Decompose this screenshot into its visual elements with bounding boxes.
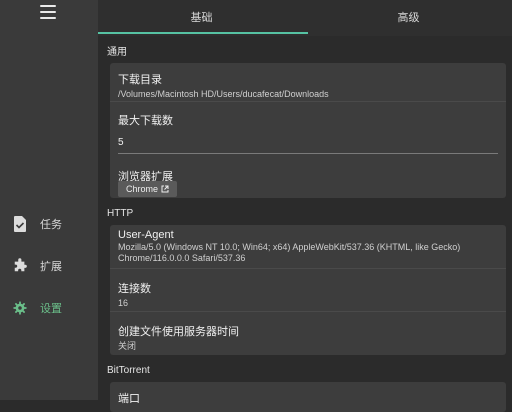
tab-indicator — [98, 32, 308, 34]
tab-basic[interactable]: 基础 — [98, 0, 305, 34]
menu-icon[interactable] — [40, 5, 56, 19]
divider — [110, 311, 506, 312]
max-downloads-input[interactable]: 5 — [118, 137, 498, 148]
connections-value: 16 — [118, 298, 129, 308]
download-dir-value: /Volumes/Macintosh HD/Users/ducafecat/Do… — [118, 89, 329, 99]
external-link-icon — [161, 185, 169, 193]
sidebar-item-extensions[interactable]: 扩展 — [0, 254, 98, 278]
tab-advanced[interactable]: 高级 — [305, 0, 512, 34]
user-agent-value-line2: Chrome/116.0.0.0 Safari/537.36 — [118, 253, 246, 263]
section-title-general: 通用 — [107, 47, 127, 58]
connections-setting[interactable]: 连接数 16 — [118, 280, 498, 309]
user-agent-value-line1: Mozilla/5.0 (Windows NT 10.0; Win64; x64… — [118, 242, 461, 252]
max-downloads-setting: 最大下载数 5 — [118, 112, 498, 148]
sidebar-item-settings[interactable]: 设置 — [0, 296, 98, 320]
max-downloads-input-underline — [118, 153, 498, 154]
connections-label: 连接数 — [118, 283, 151, 295]
sidebar-item-label: 扩展 — [40, 261, 62, 273]
max-downloads-label: 最大下载数 — [118, 115, 173, 127]
divider — [110, 101, 506, 102]
chrome-button-label: Chrome — [126, 184, 159, 194]
user-agent-setting[interactable]: User-Agent Mozilla/5.0 (Windows NT 10.0;… — [118, 229, 498, 264]
port-setting[interactable]: 端口 — [118, 390, 498, 406]
http-card: User-Agent Mozilla/5.0 (Windows NT 10.0;… — [110, 225, 506, 355]
puzzle-icon — [14, 258, 27, 272]
server-time-value: 关闭 — [118, 341, 137, 351]
server-time-label: 创建文件使用服务器时间 — [118, 326, 239, 338]
port-label: 端口 — [118, 393, 140, 405]
chrome-extension-button[interactable]: Chrome — [118, 181, 178, 197]
gear-icon — [13, 301, 27, 315]
bittorrent-card: 端口 — [110, 382, 506, 412]
divider — [110, 268, 506, 269]
sidebar-item-label: 任务 — [40, 219, 62, 231]
server-time-setting[interactable]: 创建文件使用服务器时间 关闭 — [118, 323, 498, 352]
settings-content: 通用 下载目录 /Volumes/Macintosh HD/Users/duca… — [98, 36, 512, 412]
file-check-icon — [14, 216, 26, 232]
sidebar-item-label: 设置 — [40, 303, 62, 315]
section-title-http: HTTP — [107, 208, 134, 219]
tab-bar: 基础 高级 — [98, 0, 512, 36]
sidebar-item-tasks[interactable]: 任务 — [0, 212, 98, 236]
sidebar: 任务 扩展 设置 — [0, 0, 98, 400]
download-dir-setting[interactable]: 下载目录 /Volumes/Macintosh HD/Users/ducafec… — [118, 71, 498, 100]
general-card: 下载目录 /Volumes/Macintosh HD/Users/ducafec… — [110, 63, 506, 198]
user-agent-label: User-Agent — [118, 229, 174, 241]
download-dir-label: 下载目录 — [118, 74, 162, 86]
section-title-bittorrent: BitTorrent — [107, 365, 150, 376]
